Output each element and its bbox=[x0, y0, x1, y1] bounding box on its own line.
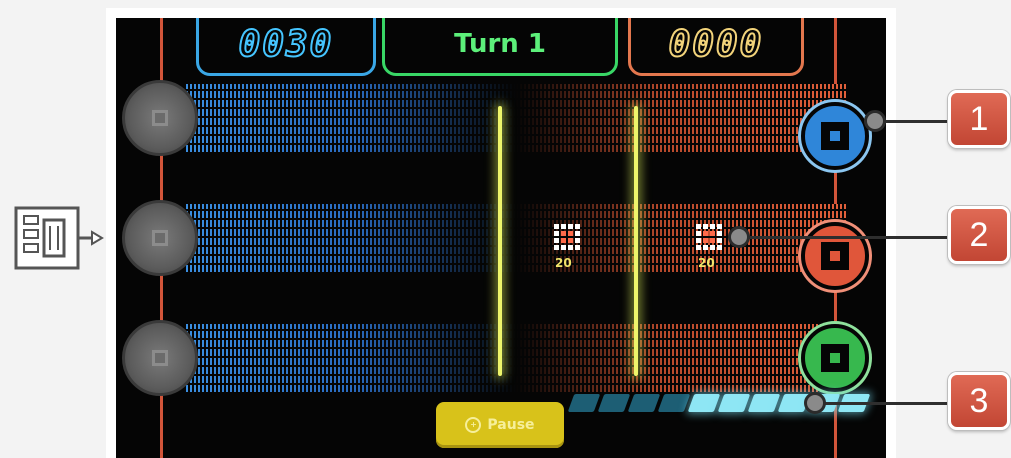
beam-right bbox=[634, 106, 638, 376]
left-lane-button-middle[interactable] bbox=[122, 200, 198, 276]
right-score: 0000 bbox=[668, 23, 764, 66]
right-lane-button-green[interactable] bbox=[801, 324, 869, 392]
meter-segment-unlit bbox=[657, 394, 691, 412]
left-score: 0030 bbox=[238, 23, 334, 66]
lane-bottom-blue-grid bbox=[186, 324, 516, 392]
turn-label: Turn 1 bbox=[454, 29, 546, 59]
pause-button[interactable]: + Pause bbox=[436, 402, 564, 448]
turn-panel: Turn 1 bbox=[382, 18, 618, 76]
callout-line-3 bbox=[812, 402, 950, 405]
callout-badge-3: 3 bbox=[948, 372, 1010, 430]
left-lane-button-top[interactable] bbox=[122, 80, 198, 156]
right-lane-button-blue[interactable] bbox=[801, 102, 869, 170]
lane-top bbox=[186, 84, 846, 152]
callout-dot-1 bbox=[864, 110, 886, 132]
left-score-panel: 0030 bbox=[196, 18, 376, 76]
token-right bbox=[696, 224, 722, 250]
token-left bbox=[554, 224, 580, 250]
left-lane-button-bottom[interactable] bbox=[122, 320, 198, 396]
lane-bottom-orange-grid bbox=[516, 324, 846, 392]
lane-middle-blue-grid bbox=[186, 204, 516, 272]
callout-badge-1: 1 bbox=[948, 90, 1010, 148]
callout-badge-2: 2 bbox=[948, 206, 1010, 264]
callout-dot-2 bbox=[728, 226, 750, 248]
beam-left bbox=[498, 106, 502, 376]
meter-segment-unlit bbox=[567, 394, 601, 412]
callout-line-2 bbox=[736, 236, 950, 239]
meter-segment-unlit bbox=[597, 394, 631, 412]
plus-circle-icon: + bbox=[465, 417, 482, 433]
meter-segment-lit bbox=[747, 394, 781, 412]
lane-bottom bbox=[186, 324, 846, 392]
right-score-panel: 0000 bbox=[628, 18, 804, 76]
token-right-value: 20 bbox=[698, 256, 715, 270]
meter-segment-unlit bbox=[627, 394, 661, 412]
meter-segment-lit bbox=[717, 394, 751, 412]
token-left-value: 20 bbox=[555, 256, 572, 270]
lane-top-blue-grid bbox=[186, 84, 516, 152]
callout-dot-3 bbox=[804, 392, 826, 414]
pause-label: Pause bbox=[487, 417, 535, 433]
circuit-chip-icon bbox=[14, 206, 104, 270]
right-lane-button-red[interactable] bbox=[801, 222, 869, 290]
meter-segment-lit bbox=[687, 394, 721, 412]
lane-top-orange-grid bbox=[516, 84, 846, 152]
